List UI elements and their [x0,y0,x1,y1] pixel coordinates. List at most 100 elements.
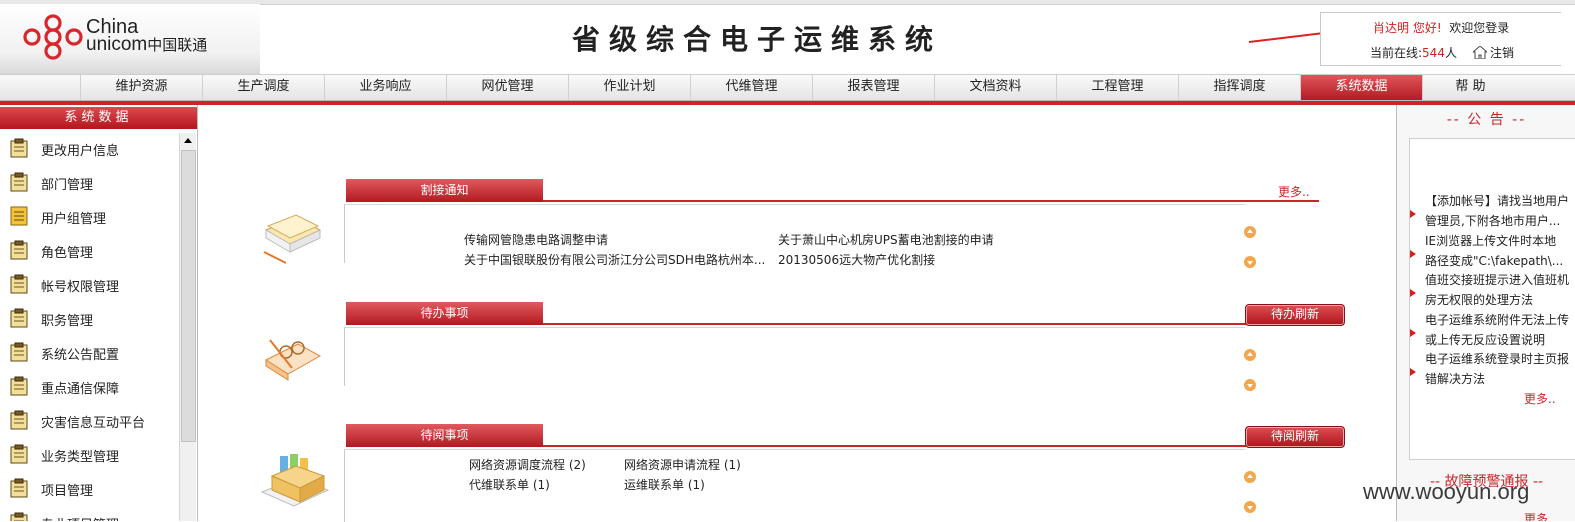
nav-item[interactable]: 文档资料 [934,75,1056,100]
notice-line: 管理员,下附各地市用户... [1425,214,1561,228]
notice-item[interactable]: 【添加帐号】请找当地用户 管理员,下附各地市用户... [1425,191,1575,231]
nav-item[interactable]: 业务响应 [324,75,446,100]
scroll-down-arrow-icon[interactable] [1244,501,1256,513]
red-triangle-bullet-icon [1409,207,1417,218]
sidebar-item[interactable]: 角色管理 [0,233,178,267]
clipboard-icon [10,512,28,521]
red-triangle-bullet-icon [1409,247,1417,258]
cutover-more-link[interactable]: 更多.. [1278,183,1310,200]
list-item[interactable]: 传输网管隐患电路调整申请 [464,231,608,248]
scroll-up-button[interactable] [180,133,196,149]
clipboard-icon [10,342,28,362]
notice-line: IE浏览器上传文件时本地 [1425,233,1557,248]
sidebar-item[interactable]: 项目管理 [0,471,178,505]
nav-item[interactable]: 维护资源 [80,75,202,100]
clipboard-icon [10,274,28,294]
page-title: 省级综合电子运维系统 [572,23,943,56]
sidebar-item[interactable]: 部门管理 [0,165,178,199]
sidebar-item[interactable]: 更改用户信息 [0,131,178,165]
sidebar-item[interactable]: 业务类型管理 [0,437,178,471]
online-unit: 人 [1444,46,1457,60]
scroll-up-arrow-icon[interactable] [1244,226,1256,238]
nav-item[interactable]: 指挥调度 [1178,75,1300,100]
greeting-suffix: 您好! [1409,21,1442,35]
todo-refresh-button[interactable]: 待办刷新 [1245,304,1345,326]
notice-line: 房无权限的处理方法 [1425,293,1534,307]
sidebar-item[interactable]: 用户组管理 [0,199,178,233]
nav-item[interactable]: 报表管理 [812,75,934,100]
logo-line-2: unicom中国联通 [86,34,208,55]
scroll-down-arrow-icon[interactable] [1244,379,1256,391]
welcome-text: 欢迎您登录 [1449,21,1510,35]
list-item[interactable]: 网络资源调度流程 (2) [469,456,586,473]
logo-wordmark: China unicom中国联通 [86,17,208,55]
greeting-text: 肖达明 您好! 欢迎您登录 [1373,19,1509,36]
notice-line: 路径变成"C:\fakepath\... [1425,253,1564,268]
list-item[interactable]: 代维联系单 (1) [469,476,550,493]
list-item[interactable]: 关于萧山中心机房UPS蓄电池割接的申请 [778,231,994,248]
sidebar-item[interactable]: 职务管理 [0,301,178,335]
notice-line: 错解决方法 [1425,372,1486,386]
sidebar-item[interactable]: 专业项目管理 [0,505,178,521]
nav-item[interactable]: 生产调度 [202,75,324,100]
toread-refresh-button[interactable]: 待阅刷新 [1245,426,1345,448]
notice-item[interactable]: 值班交接班提示进入值班机 房无权限的处理方法 [1425,270,1575,310]
clipboard-icon [10,376,28,396]
nav-item[interactable]: 帮 助 [1422,75,1518,100]
sidebar-item-label: 灾害信息互动平台 [41,416,146,431]
nav-item[interactable]: 作业计划 [568,75,690,100]
sidebar-item-label: 专业项目管理 [41,514,119,521]
sidebar-item-label: 项目管理 [41,484,94,499]
fault-more-link[interactable]: 更多.. [1524,510,1556,521]
sidebar-item[interactable]: 重点通信保障 [0,369,178,403]
sidebar-item-label: 角色管理 [41,246,94,261]
notice-item[interactable]: 电子运维系统附件无法上传 或上传无反应设置说明 [1425,310,1575,350]
sidebar-item-label: 部门管理 [41,178,94,193]
scroll-up-arrow-icon[interactable] [1244,471,1256,483]
clipboard-icon [10,308,28,328]
clipboard-icon [10,172,28,192]
section-header-cutover: 割接通知 [346,179,1319,202]
main-nav: 维护资源 生产调度 业务响应 网优管理 作业计划 代维管理 报表管理 文档资料 工程管理 指挥调度… [0,74,1575,101]
clipboard-icon [10,240,28,260]
nav-item[interactable]: 系统数据 [1300,75,1422,100]
header: China unicom中国联通 省级综合电子运维系统 肖达明 您好! 欢迎您登… [0,0,1575,74]
notebook-glasses-icon [264,339,322,381]
sidebar-item[interactable]: 系统公告配置 [0,335,178,369]
nav-item[interactable]: 网优管理 [446,75,568,100]
list-item[interactable]: 20130506远大物产优化割接 [778,251,935,268]
sidebar-item-label: 系统公告配置 [41,348,120,363]
notice-line: 【添加帐号】请找当地用户 [1425,194,1570,208]
red-triangle-bullet-icon [1409,365,1417,376]
sidebar-item-label: 用户组管理 [41,212,107,227]
section-title-toread: 待阅事项 [346,424,543,447]
nav-item[interactable]: 代维管理 [690,75,812,100]
section-rule [543,445,1246,447]
section-rule [543,200,1319,202]
scrollbar-thumb[interactable] [181,150,196,442]
sidebar-title: 系统数据 [0,107,197,129]
section-title-cutover: 割接通知 [346,179,543,202]
sidebar-scrollbar[interactable] [179,133,196,521]
home-icon [1471,45,1489,60]
list-item[interactable]: 运维联系单 (1) [624,476,705,493]
sidebar-item[interactable]: 灾害信息互动平台 [0,403,178,437]
red-triangle-bullet-icon [1409,326,1417,337]
list-item[interactable]: 关于中国银联股份有限公司浙江分公司SDH电路杭州本... [464,251,765,268]
notice-line: 电子运维系统登录时主页报 [1425,352,1570,366]
section-header-toread: 待阅事项 [346,424,1319,447]
nav-red-rule [0,101,1575,105]
scroll-up-arrow-icon[interactable] [1244,349,1256,361]
logout-button[interactable]: 注销 [1471,44,1514,61]
notice-item[interactable]: 电子运维系统登录时主页报 错解决方法 [1425,349,1575,389]
scroll-down-arrow-icon[interactable] [1244,256,1256,268]
nav-item[interactable]: 工程管理 [1056,75,1178,100]
user-name: 肖达明 [1373,21,1410,35]
sidebar-item-label: 更改用户信息 [41,144,120,159]
red-triangle-bullet-icon [1409,286,1417,297]
notice-more-link[interactable]: 更多.. [1524,390,1556,407]
sidebar-item[interactable]: 帐号权限管理 [0,267,178,301]
list-item[interactable]: 网络资源申请流程 (1) [624,456,741,473]
sidebar: 系统数据 更改用户信息 部门管理用户组管理角色管理帐号权限管理 职务管理系统公告配置… [0,105,198,521]
notice-item[interactable]: IE浏览器上传文件时本地 路径变成"C:\fakepath\... [1425,231,1575,271]
